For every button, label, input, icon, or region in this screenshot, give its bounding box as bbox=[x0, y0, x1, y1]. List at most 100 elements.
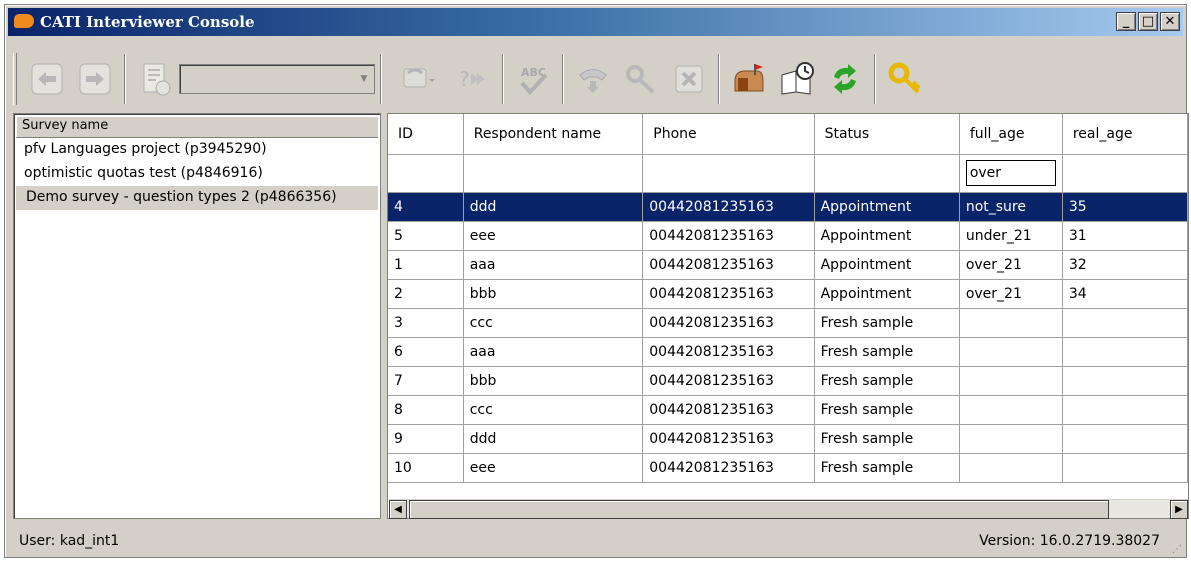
table-cell[interactable]: eee bbox=[463, 453, 644, 483]
filter-cell[interactable] bbox=[1062, 154, 1188, 193]
table-cell[interactable]: 00442081235163 bbox=[642, 337, 815, 367]
filter-cell[interactable] bbox=[642, 154, 815, 193]
table-cell[interactable]: ccc bbox=[463, 308, 644, 338]
table-cell[interactable]: 2 bbox=[388, 279, 464, 309]
column-header-phone[interactable]: Phone bbox=[642, 114, 815, 155]
column-header-status[interactable]: Status bbox=[814, 114, 960, 155]
filter-cell[interactable] bbox=[959, 154, 1063, 193]
table-row[interactable]: 6 aaa 00442081235163 Fresh sample bbox=[388, 337, 1188, 367]
table-row[interactable]: 1 aaa 00442081235163 Appointment over_21 32 bbox=[388, 250, 1188, 280]
history-button[interactable] bbox=[134, 58, 176, 100]
hangup-button[interactable] bbox=[572, 58, 614, 100]
filter-cell[interactable] bbox=[463, 154, 644, 193]
table-cell[interactable] bbox=[1062, 395, 1188, 425]
table-row[interactable]: 7 bbb 00442081235163 Fresh sample bbox=[388, 366, 1188, 396]
scroll-left-button[interactable]: ◀ bbox=[389, 500, 407, 519]
table-cell[interactable] bbox=[959, 424, 1063, 454]
table-row[interactable]: 2 bbb 00442081235163 Appointment over_21 34 bbox=[388, 279, 1188, 309]
table-cell[interactable]: 00442081235163 bbox=[642, 453, 815, 483]
toolbar-grip[interactable] bbox=[13, 53, 17, 105]
survey-item[interactable]: pfv Languages project (p3945290) bbox=[14, 138, 380, 162]
table-cell[interactable]: 00442081235163 bbox=[642, 192, 815, 222]
resize-grip-icon[interactable]: ⋰ bbox=[1172, 544, 1182, 555]
table-cell[interactable]: aaa bbox=[463, 337, 644, 367]
table-cell[interactable] bbox=[959, 308, 1063, 338]
table-cell[interactable]: Fresh sample bbox=[814, 424, 960, 454]
table-cell[interactable]: aaa bbox=[463, 250, 644, 280]
table-cell[interactable]: eee bbox=[463, 221, 644, 251]
table-cell[interactable]: 8 bbox=[388, 395, 464, 425]
table-cell[interactable]: 10 bbox=[388, 453, 464, 483]
table-cell[interactable]: over_21 bbox=[959, 250, 1063, 280]
maximize-button[interactable]: □ bbox=[1138, 12, 1158, 31]
survey-item-selected[interactable]: Demo survey - question types 2 (p4866356… bbox=[16, 186, 378, 210]
table-cell[interactable]: 00442081235163 bbox=[642, 424, 815, 454]
table-cell[interactable]: Appointment bbox=[814, 279, 960, 309]
table-cell[interactable] bbox=[1062, 308, 1188, 338]
login-key-button[interactable] bbox=[884, 58, 926, 100]
filter-cell[interactable] bbox=[814, 154, 960, 193]
table-cell[interactable]: 34 bbox=[1062, 279, 1188, 309]
key-button[interactable] bbox=[620, 58, 662, 100]
table-cell[interactable]: Fresh sample bbox=[814, 453, 960, 483]
table-cell[interactable]: Appointment bbox=[814, 192, 960, 222]
cancel-button[interactable] bbox=[668, 58, 710, 100]
table-cell[interactable]: 1 bbox=[388, 250, 464, 280]
table-cell[interactable]: 00442081235163 bbox=[642, 395, 815, 425]
table-cell[interactable]: ddd bbox=[463, 192, 644, 222]
column-header-id[interactable]: ID bbox=[388, 114, 464, 155]
table-cell[interactable] bbox=[959, 337, 1063, 367]
table-row[interactable]: 3 ccc 00442081235163 Fresh sample bbox=[388, 308, 1188, 338]
horizontal-scrollbar[interactable]: ◀ ▶ bbox=[389, 499, 1188, 519]
table-cell[interactable] bbox=[1062, 366, 1188, 396]
survey-item[interactable]: optimistic quotas test (p4846916) bbox=[14, 162, 380, 186]
table-cell[interactable]: Fresh sample bbox=[814, 337, 960, 367]
mailbox-button[interactable] bbox=[728, 58, 770, 100]
survey-combo[interactable]: ▼ bbox=[179, 64, 375, 94]
table-cell[interactable]: ccc bbox=[463, 395, 644, 425]
table-cell[interactable] bbox=[1062, 424, 1188, 454]
table-cell[interactable]: Appointment bbox=[814, 250, 960, 280]
table-cell[interactable]: 35 bbox=[1062, 192, 1188, 222]
table-row[interactable]: 4 ddd 00442081235163 Appointment not_sure 35 bbox=[388, 192, 1188, 222]
table-row[interactable]: 8 ccc 00442081235163 Fresh sample bbox=[388, 395, 1188, 425]
table-cell[interactable]: 00442081235163 bbox=[642, 279, 815, 309]
table-cell[interactable]: not_sure bbox=[959, 192, 1063, 222]
spellcheck-button[interactable]: ABC bbox=[512, 58, 554, 100]
column-header-real-age[interactable]: real_age bbox=[1062, 114, 1188, 155]
survey-list[interactable]: Survey name pfv Languages project (p3945… bbox=[13, 113, 381, 519]
table-cell[interactable]: 6 bbox=[388, 337, 464, 367]
title-bar[interactable]: CATI Interviewer Console _ □ ✕ bbox=[8, 8, 1183, 36]
table-cell[interactable]: 00442081235163 bbox=[642, 250, 815, 280]
table-cell[interactable]: 7 bbox=[388, 366, 464, 396]
table-row[interactable]: 5 eee 00442081235163 Appointment under_21 31 bbox=[388, 221, 1188, 251]
table-cell[interactable]: Fresh sample bbox=[814, 366, 960, 396]
table-cell[interactable] bbox=[959, 395, 1063, 425]
table-cell[interactable]: 9 bbox=[388, 424, 464, 454]
table-cell[interactable]: 4 bbox=[388, 192, 464, 222]
table-cell[interactable]: Appointment bbox=[814, 221, 960, 251]
table-cell[interactable]: 00442081235163 bbox=[642, 366, 815, 396]
table-cell[interactable]: 00442081235163 bbox=[642, 221, 815, 251]
scrollbar-thumb[interactable] bbox=[409, 500, 1109, 519]
scroll-right-button[interactable]: ▶ bbox=[1170, 500, 1188, 519]
column-header-full-age[interactable]: full_age bbox=[959, 114, 1063, 155]
table-cell[interactable] bbox=[959, 366, 1063, 396]
skip-button[interactable]: ? bbox=[452, 58, 494, 100]
table-cell[interactable]: 00442081235163 bbox=[642, 308, 815, 338]
full-age-filter-input[interactable] bbox=[965, 160, 1056, 186]
table-cell[interactable]: 32 bbox=[1062, 250, 1188, 280]
table-cell[interactable]: 3 bbox=[388, 308, 464, 338]
table-cell[interactable]: Fresh sample bbox=[814, 308, 960, 338]
table-cell[interactable] bbox=[1062, 337, 1188, 367]
forward-button[interactable] bbox=[74, 58, 116, 100]
table-cell[interactable]: under_21 bbox=[959, 221, 1063, 251]
minimize-button[interactable]: _ bbox=[1116, 12, 1136, 31]
column-header-respondent-name[interactable]: Respondent name bbox=[463, 114, 644, 155]
refresh-button[interactable] bbox=[824, 58, 866, 100]
table-cell[interactable] bbox=[1062, 453, 1188, 483]
table-cell[interactable]: Fresh sample bbox=[814, 395, 960, 425]
table-cell[interactable]: ddd bbox=[463, 424, 644, 454]
appointment-button[interactable] bbox=[776, 58, 818, 100]
table-cell[interactable]: over_21 bbox=[959, 279, 1063, 309]
